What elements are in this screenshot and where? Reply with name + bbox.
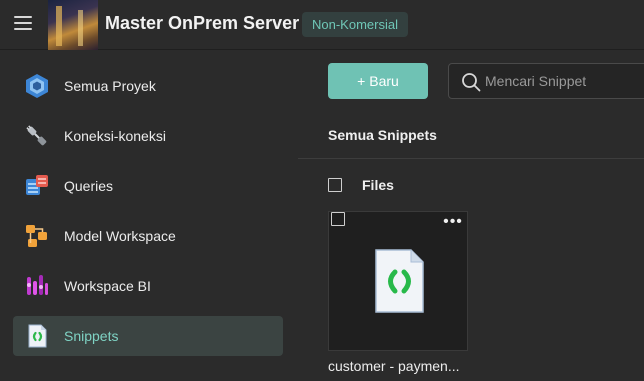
sidebar-item-snippets[interactable]: Snippets xyxy=(13,316,283,356)
sidebar-item-semua-proyek[interactable]: Semua Proyek xyxy=(13,66,283,106)
sidebar-item-label: Snippets xyxy=(64,328,119,344)
snippet-card[interactable]: ••• xyxy=(328,211,468,351)
search-input[interactable] xyxy=(485,65,644,97)
search-box[interactable] xyxy=(448,63,644,99)
sidebar-item-model-workspace[interactable]: Model Workspace xyxy=(13,216,283,256)
snippet-file-icon xyxy=(28,324,47,348)
files-label: Files xyxy=(362,177,394,193)
snippet-file-icon xyxy=(375,249,424,313)
new-snippet-button[interactable]: + Baru xyxy=(328,63,428,99)
sidebar-item-label: Queries xyxy=(64,178,114,194)
license-badge: Non-Komersial xyxy=(302,12,408,37)
search-icon xyxy=(462,73,481,92)
queries-table-icon xyxy=(26,175,48,195)
snippet-card-checkbox[interactable] xyxy=(331,212,345,226)
plug-connection-icon xyxy=(26,125,47,146)
sidebar-item-queries[interactable]: Queries xyxy=(13,166,283,206)
projects-hexagon-icon xyxy=(26,74,48,98)
sidebar: Semua Proyek Koneksi-koneksi Queries Mod… xyxy=(0,51,298,381)
select-all-checkbox[interactable] xyxy=(328,178,342,192)
server-thumbnail xyxy=(48,0,98,50)
sidebar-item-workspace-bi[interactable]: Workspace BI xyxy=(13,266,283,306)
snippet-card-name[interactable]: customer - paymen... xyxy=(328,358,478,374)
workspace-bi-icon xyxy=(27,275,48,295)
sidebar-item-koneksi[interactable]: Koneksi-koneksi xyxy=(13,116,283,156)
title-bar: Master OnPrem Server Non-Komersial xyxy=(0,0,644,50)
main-content: + Baru Semua Snippets Files ••• customer… xyxy=(298,51,644,381)
sidebar-item-label: Model Workspace xyxy=(64,228,176,244)
hamburger-icon[interactable] xyxy=(14,16,32,30)
section-title: Semua Snippets xyxy=(328,127,437,143)
sidebar-item-label: Semua Proyek xyxy=(64,78,156,94)
app-title: Master OnPrem Server xyxy=(105,13,300,33)
sidebar-item-label: Workspace BI xyxy=(64,278,151,294)
model-workspace-icon xyxy=(26,225,47,247)
divider xyxy=(298,158,644,159)
sidebar-item-label: Koneksi-koneksi xyxy=(64,128,166,144)
more-options-icon[interactable]: ••• xyxy=(443,214,463,230)
